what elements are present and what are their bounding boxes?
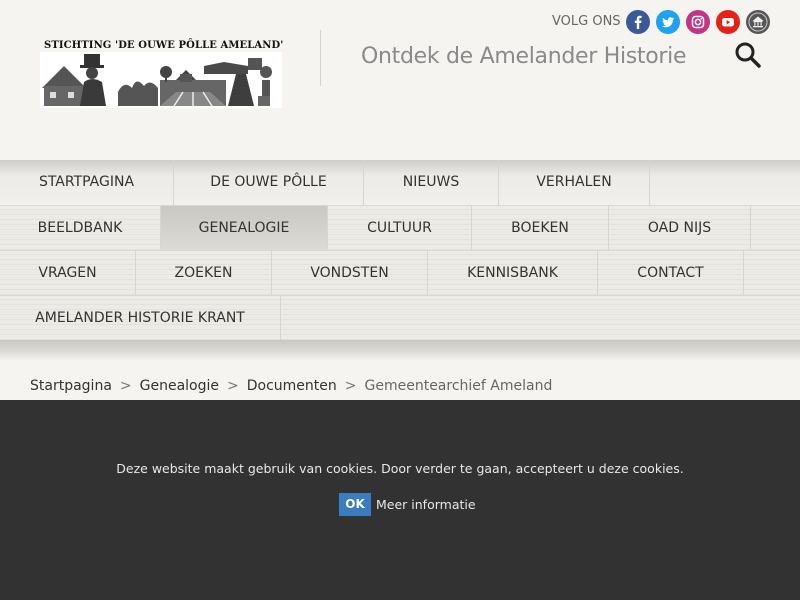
breadcrumb: Startpagina > Genealogie > Documenten > Gemeen… — [0, 360, 800, 400]
nav-item-verhalen[interactable]: VERHALEN — [499, 160, 650, 205]
cookie-more-info-link[interactable]: Meer informatie — [376, 497, 476, 512]
nav-item-zoeken[interactable]: ZOEKEN — [136, 251, 272, 296]
nav-item-oad-nijs[interactable]: OAD NIJS — [609, 206, 751, 251]
archive-icon[interactable] — [746, 10, 770, 34]
nav-item-kennisbank[interactable]: KENNISBANK — [428, 251, 598, 296]
youtube-icon[interactable] — [716, 10, 740, 34]
nav-item-nieuws[interactable]: NIEUWS — [364, 160, 499, 205]
nav-item-de-ouwe-polle[interactable]: DE OUWE PÔLLE — [174, 160, 364, 205]
logo-title: STICHTING 'DE OUWE PÔLLE AMELAND' — [44, 40, 284, 51]
nav-item-contact[interactable]: CONTACT — [598, 251, 744, 296]
nav-item-startpagina[interactable]: STARTPAGINA — [0, 160, 174, 205]
nav-item-vragen[interactable]: VRAGEN — [0, 251, 136, 296]
cookie-banner: Deze website maakt gebruik van cookies. … — [0, 400, 800, 600]
instagram-icon[interactable] — [686, 10, 710, 34]
nav-item-boeken[interactable]: BOEKEN — [472, 206, 609, 251]
follow-label: VOLG ONS — [552, 14, 621, 29]
nav-item-cultuur[interactable]: CULTUUR — [328, 206, 472, 251]
logo-illustration — [40, 52, 282, 108]
cookie-ok-button[interactable]: OK — [339, 493, 371, 516]
site-tagline: Ontdek de Amelander Historie — [361, 44, 687, 69]
nav-row: BEELDBANK GENEALOGIE CULTUUR BOEKEN OAD … — [0, 205, 800, 251]
twitter-icon[interactable] — [656, 10, 680, 34]
nav-item-genealogie[interactable]: GENEALOGIE — [161, 206, 328, 251]
site-logo[interactable]: STICHTING 'DE OUWE PÔLLE AMELAND' — [40, 38, 284, 108]
nav-item-beeldbank[interactable]: BEELDBANK — [0, 206, 161, 251]
header-divider — [320, 30, 321, 86]
nav-row: STARTPAGINA DE OUWE PÔLLE NIEUWS VERHALE… — [0, 160, 800, 205]
cookie-message: Deze website maakt gebruik van cookies. … — [116, 461, 684, 476]
nav-row: VRAGEN ZOEKEN VONDSTEN KENNISBANK CONTAC… — [0, 250, 800, 296]
facebook-icon[interactable] — [626, 10, 650, 34]
nav-item-vondsten[interactable]: VONDSTEN — [272, 251, 428, 296]
nav-row: AMELANDER HISTORIE KRANT — [0, 295, 800, 341]
nav-bottom-border — [0, 340, 800, 360]
site-header: STICHTING 'DE OUWE PÔLLE AMELAND' Ontdek… — [0, 0, 800, 160]
nav-item-amelander-historie-krant[interactable]: AMELANDER HISTORIE KRANT — [0, 296, 281, 341]
main-navigation: STARTPAGINA DE OUWE PÔLLE NIEUWS VERHALE… — [0, 160, 800, 341]
search-icon[interactable] — [733, 40, 763, 70]
